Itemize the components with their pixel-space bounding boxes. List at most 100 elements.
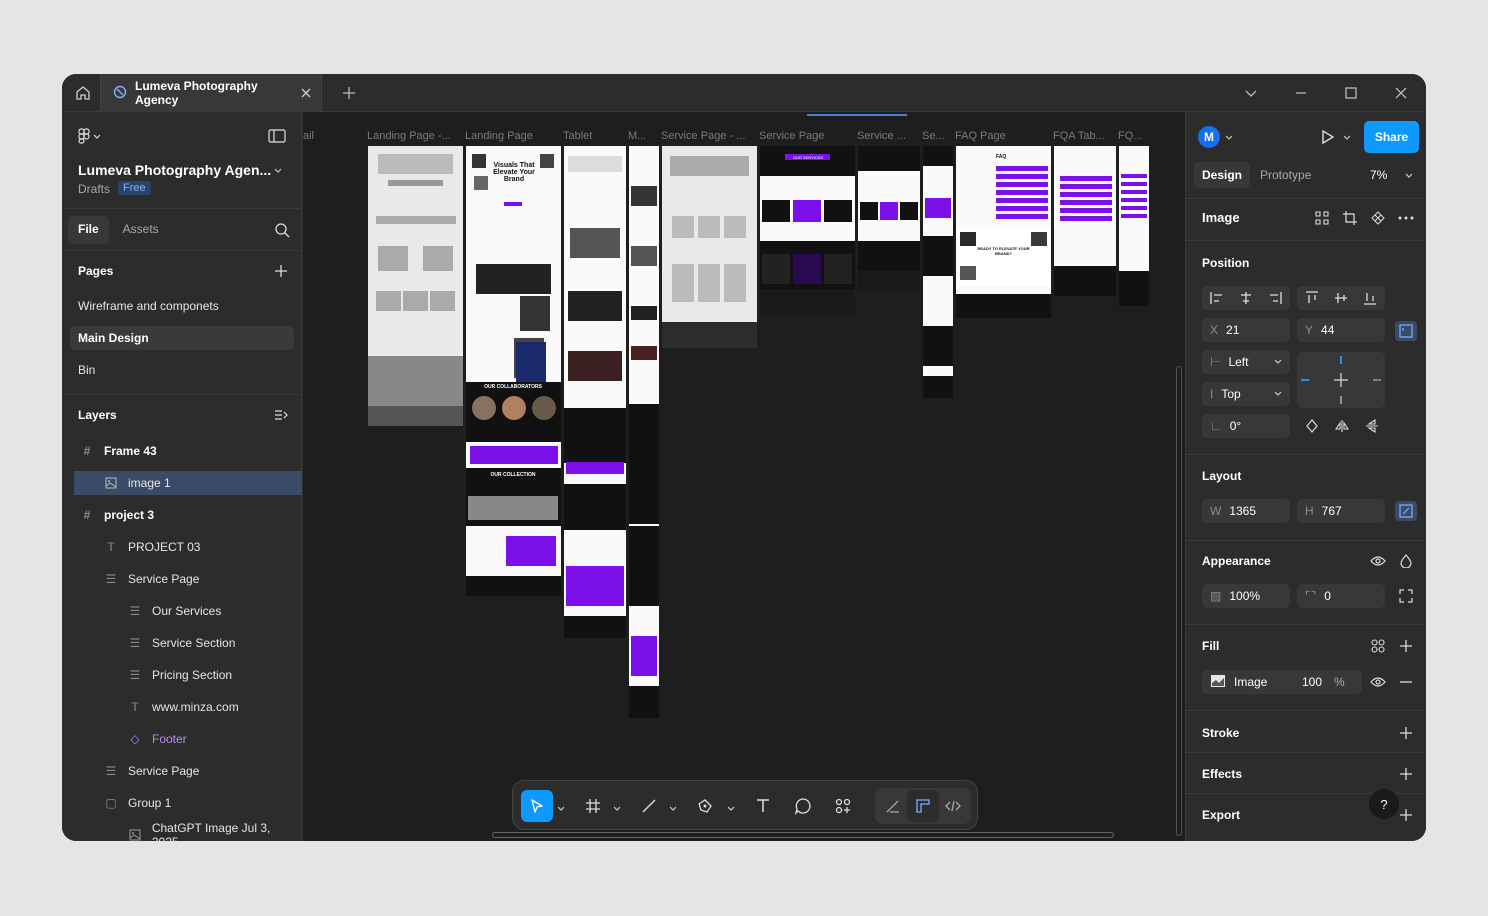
tab-assets[interactable]: Assets [113, 216, 169, 244]
styles-grid-icon[interactable] [1369, 637, 1387, 655]
dev-mode-button[interactable] [937, 790, 969, 822]
close-tab-icon[interactable] [299, 86, 313, 100]
project-name[interactable]: Lumeva Photography Agen... [78, 162, 271, 178]
chevron-down-icon[interactable] [1224, 132, 1234, 142]
align-right-icon[interactable] [1266, 289, 1284, 307]
chevron-down-icon[interactable] [273, 165, 283, 175]
frame-label[interactable]: Landing Page -... [367, 130, 451, 142]
assets-tool-button[interactable] [827, 790, 859, 822]
comment-tool-button[interactable] [787, 790, 819, 822]
faq-tablet-frame[interactable] [1054, 146, 1116, 296]
align-top-icon[interactable] [1303, 289, 1321, 307]
fill-row[interactable]: Image 100 % [1202, 670, 1362, 694]
layer-item[interactable]: # Frame 43 [62, 439, 302, 463]
maximize-icon[interactable] [1342, 84, 1360, 102]
share-button[interactable]: Share [1364, 121, 1419, 153]
zoom-level[interactable]: 7% [1370, 168, 1387, 182]
pen-tool-button[interactable] [689, 790, 721, 822]
vertical-constraint-select[interactable]: I Top [1202, 382, 1290, 406]
layer-item[interactable]: ☰ Service Page [62, 567, 302, 591]
frame-label[interactable]: Service Page - ... [661, 130, 745, 142]
chevron-down-icon[interactable] [669, 802, 677, 811]
constraints-toggle-icon[interactable] [1395, 321, 1417, 341]
draw-mode-button[interactable] [877, 790, 909, 822]
layer-item[interactable]: Twww.minza.com [62, 695, 302, 719]
width-field[interactable]: W 1365 [1202, 499, 1290, 523]
add-export-icon[interactable] [1397, 806, 1415, 824]
mobile-frame[interactable] [629, 146, 659, 718]
home-icon[interactable] [70, 80, 96, 106]
layer-item[interactable]: ☰ Service Page [62, 759, 302, 783]
chevron-down-icon[interactable] [727, 802, 735, 811]
crop-icon[interactable] [1341, 209, 1359, 227]
layer-item[interactable]: ☰ Service Section [62, 631, 302, 655]
rotate-icon[interactable] [1303, 417, 1321, 435]
service-tablet-frame[interactable] [858, 146, 920, 291]
frame-label[interactable]: Se... [922, 130, 945, 142]
minimize-icon[interactable] [1292, 84, 1310, 102]
corner-radius-field[interactable]: ⌜⌝ 0 [1297, 584, 1385, 608]
layer-item[interactable]: ☰ Our Services [62, 599, 302, 623]
add-page-icon[interactable] [274, 264, 288, 278]
layer-item[interactable]: ▢ Group 1 [62, 791, 302, 815]
layer-item[interactable]: ☰ Pricing Section [62, 663, 302, 687]
text-tool-button[interactable] [747, 790, 779, 822]
align-center-vertical-icon[interactable] [1332, 289, 1350, 307]
layer-item[interactable]: ChatGPT Image Jul 3, 2025, [62, 821, 302, 841]
page-item[interactable]: Bin [70, 358, 294, 382]
tab-design[interactable]: Design [1194, 162, 1251, 188]
constraint-widget[interactable] [1297, 352, 1385, 408]
close-window-icon[interactable] [1392, 84, 1410, 102]
collapse-layers-icon[interactable] [274, 408, 288, 422]
service-mobile-frame[interactable] [923, 146, 953, 398]
avatar[interactable]: M [1198, 126, 1220, 148]
eye-icon[interactable] [1369, 673, 1387, 691]
frame-label[interactable]: M... [628, 130, 646, 142]
sidebar-toggle-icon[interactable] [268, 128, 286, 144]
canvas[interactable]: ail Landing Page -... Landing Page Table… [303, 112, 1185, 841]
frame-label[interactable]: FQ... [1118, 130, 1142, 142]
page-item[interactable]: Wireframe and componets [70, 294, 294, 318]
align-left-icon[interactable] [1208, 289, 1226, 307]
align-center-horizontal-icon[interactable] [1237, 289, 1255, 307]
new-tab-icon[interactable] [340, 84, 358, 102]
line-tool-button[interactable] [633, 790, 665, 822]
layer-item[interactable]: ◇ Footer [62, 727, 302, 751]
frame-tool-button[interactable] [577, 790, 609, 822]
chevron-down-icon[interactable] [1242, 84, 1260, 102]
file-tab[interactable]: Lumeva Photography Agency [100, 74, 322, 112]
opacity-field[interactable]: ▨ 100% [1202, 584, 1290, 608]
add-fill-icon[interactable] [1397, 637, 1415, 655]
frame-label[interactable]: ail [303, 130, 314, 142]
service-page-frame[interactable]: OUR SERVICES [760, 146, 855, 316]
main-menu-icon[interactable] [78, 128, 102, 147]
faq-page-frame[interactable]: FAQ READY TO ELEVATE YOUR BRAND? [956, 146, 1051, 318]
chevron-down-icon[interactable] [613, 802, 621, 811]
independent-corners-icon[interactable] [1397, 587, 1415, 605]
blend-mode-icon[interactable] [1397, 552, 1415, 570]
flip-vertical-icon[interactable] [1363, 417, 1381, 435]
frame-label[interactable]: FQA Tab... [1053, 130, 1105, 142]
service-wireframe-frame[interactable] [662, 146, 757, 348]
chevron-down-icon[interactable] [557, 802, 565, 811]
x-field[interactable]: X 21 [1202, 318, 1290, 342]
resize-to-fit-icon[interactable] [1395, 501, 1417, 521]
search-icon[interactable] [274, 222, 290, 238]
remove-fill-icon[interactable] [1397, 673, 1415, 691]
frame-label[interactable]: Service ... [857, 130, 906, 142]
design-mode-button[interactable] [907, 790, 939, 822]
present-play-icon[interactable] [1318, 128, 1336, 146]
add-effect-icon[interactable] [1397, 765, 1415, 783]
layer-item[interactable]: T PROJECT 03 [62, 535, 302, 559]
chevron-down-icon[interactable] [1342, 132, 1352, 142]
frame-label[interactable]: Landing Page [465, 130, 533, 142]
grid-icon[interactable] [1313, 209, 1331, 227]
frame-label[interactable]: Service Page [759, 130, 824, 142]
layer-item[interactable]: # project 3 [62, 503, 302, 527]
component-icon[interactable] [1369, 209, 1387, 227]
align-bottom-icon[interactable] [1361, 289, 1379, 307]
page-item[interactable]: Main Design [70, 326, 294, 350]
wireframe-landing-frame[interactable] [368, 146, 463, 426]
horizontal-scrollbar[interactable] [492, 832, 1114, 838]
vertical-scrollbar[interactable] [1176, 366, 1182, 836]
